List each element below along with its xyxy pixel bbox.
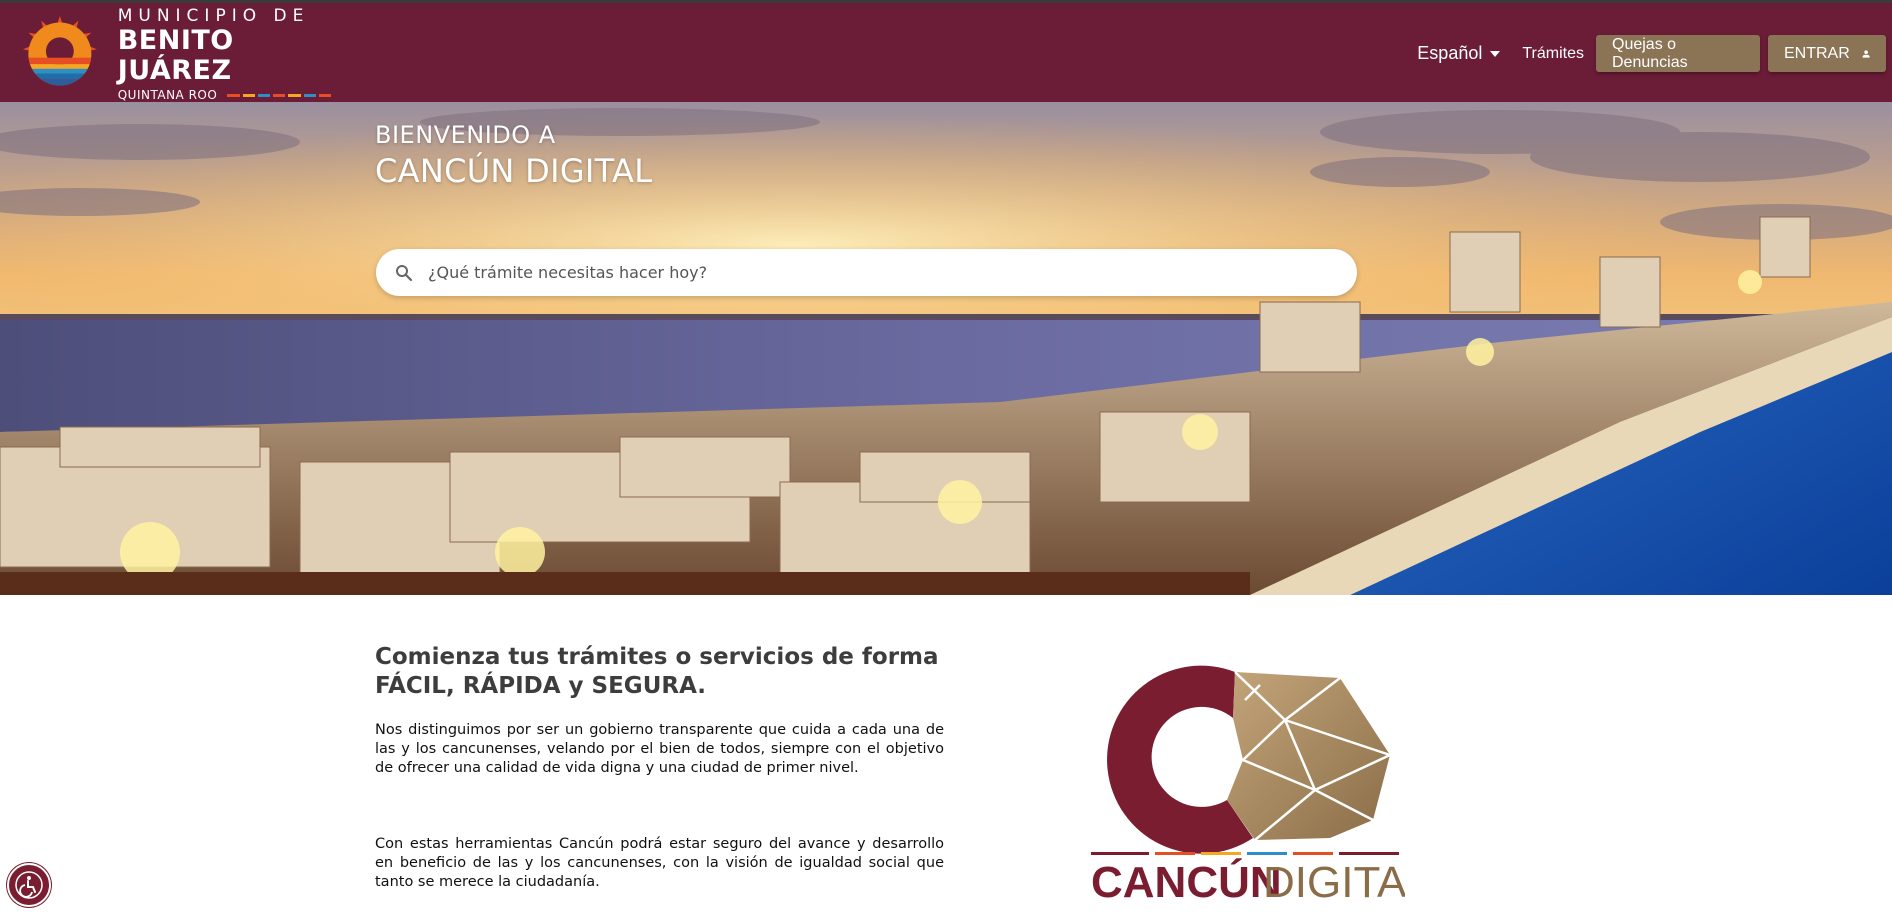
intro-heading-line1: Comienza tus trámites o servicios de for… bbox=[375, 644, 939, 670]
user-icon bbox=[1862, 49, 1870, 58]
logo-line1: MUNICIPIO DE bbox=[117, 6, 310, 26]
search-icon bbox=[396, 264, 413, 281]
search-bar[interactable] bbox=[376, 249, 1357, 296]
cancun-digital-logo: CANCÚN DIGITAL bbox=[1091, 665, 1405, 905]
logo-text-bold: CANCÚN bbox=[1091, 857, 1282, 905]
hero-title: CANCÚN DIGITAL bbox=[375, 152, 653, 190]
caret-down-icon bbox=[1490, 50, 1501, 57]
quejas-denuncias-button[interactable]: Quejas o Denuncias bbox=[1596, 35, 1760, 72]
logo-stripes bbox=[227, 92, 332, 98]
cancun-panorama-image bbox=[0, 102, 1892, 595]
site-header: MUNICIPIO DE BENITO JUÁREZ QUINTANA ROO … bbox=[0, 3, 1892, 102]
sun-logo-icon bbox=[22, 15, 97, 86]
intro-heading: Comienza tus trámites o servicios de for… bbox=[375, 643, 995, 701]
accessibility-button[interactable] bbox=[7, 863, 51, 907]
accessibility-icon bbox=[15, 871, 43, 899]
logo-text-light: DIGITAL bbox=[1263, 858, 1405, 905]
municipio-logo[interactable]: MUNICIPIO DE BENITO JUÁREZ QUINTANA ROO bbox=[20, 6, 340, 102]
language-label: Español bbox=[1417, 43, 1483, 63]
hero-banner: BIENVENIDO A CANCÚN DIGITAL bbox=[0, 102, 1892, 595]
tramites-link[interactable]: Trámites bbox=[1522, 45, 1584, 63]
logo-line3: QUINTANA ROO bbox=[117, 88, 218, 102]
login-button-label: ENTRAR bbox=[1784, 44, 1850, 62]
intro-paragraph-2: Con estas herramientas Cancún podrá esta… bbox=[375, 836, 944, 890]
logo-text: MUNICIPIO DE BENITO JUÁREZ QUINTANA ROO bbox=[118, 6, 340, 102]
language-selector[interactable]: Español bbox=[1417, 43, 1501, 64]
header-nav: Español Trámites Quejas o Denuncias ENTR… bbox=[1417, 34, 1886, 73]
intro-heading-line2: FÁCIL, RÁPIDA y SEGURA. bbox=[375, 673, 707, 699]
hero-welcome: BIENVENIDO A bbox=[375, 121, 556, 149]
intro-paragraph-1: Nos distinguimos por ser un gobierno tra… bbox=[375, 722, 944, 776]
search-input[interactable] bbox=[428, 263, 1328, 282]
login-button[interactable]: ENTRAR bbox=[1768, 35, 1886, 72]
logo-line2: BENITO JUÁREZ bbox=[117, 25, 234, 86]
